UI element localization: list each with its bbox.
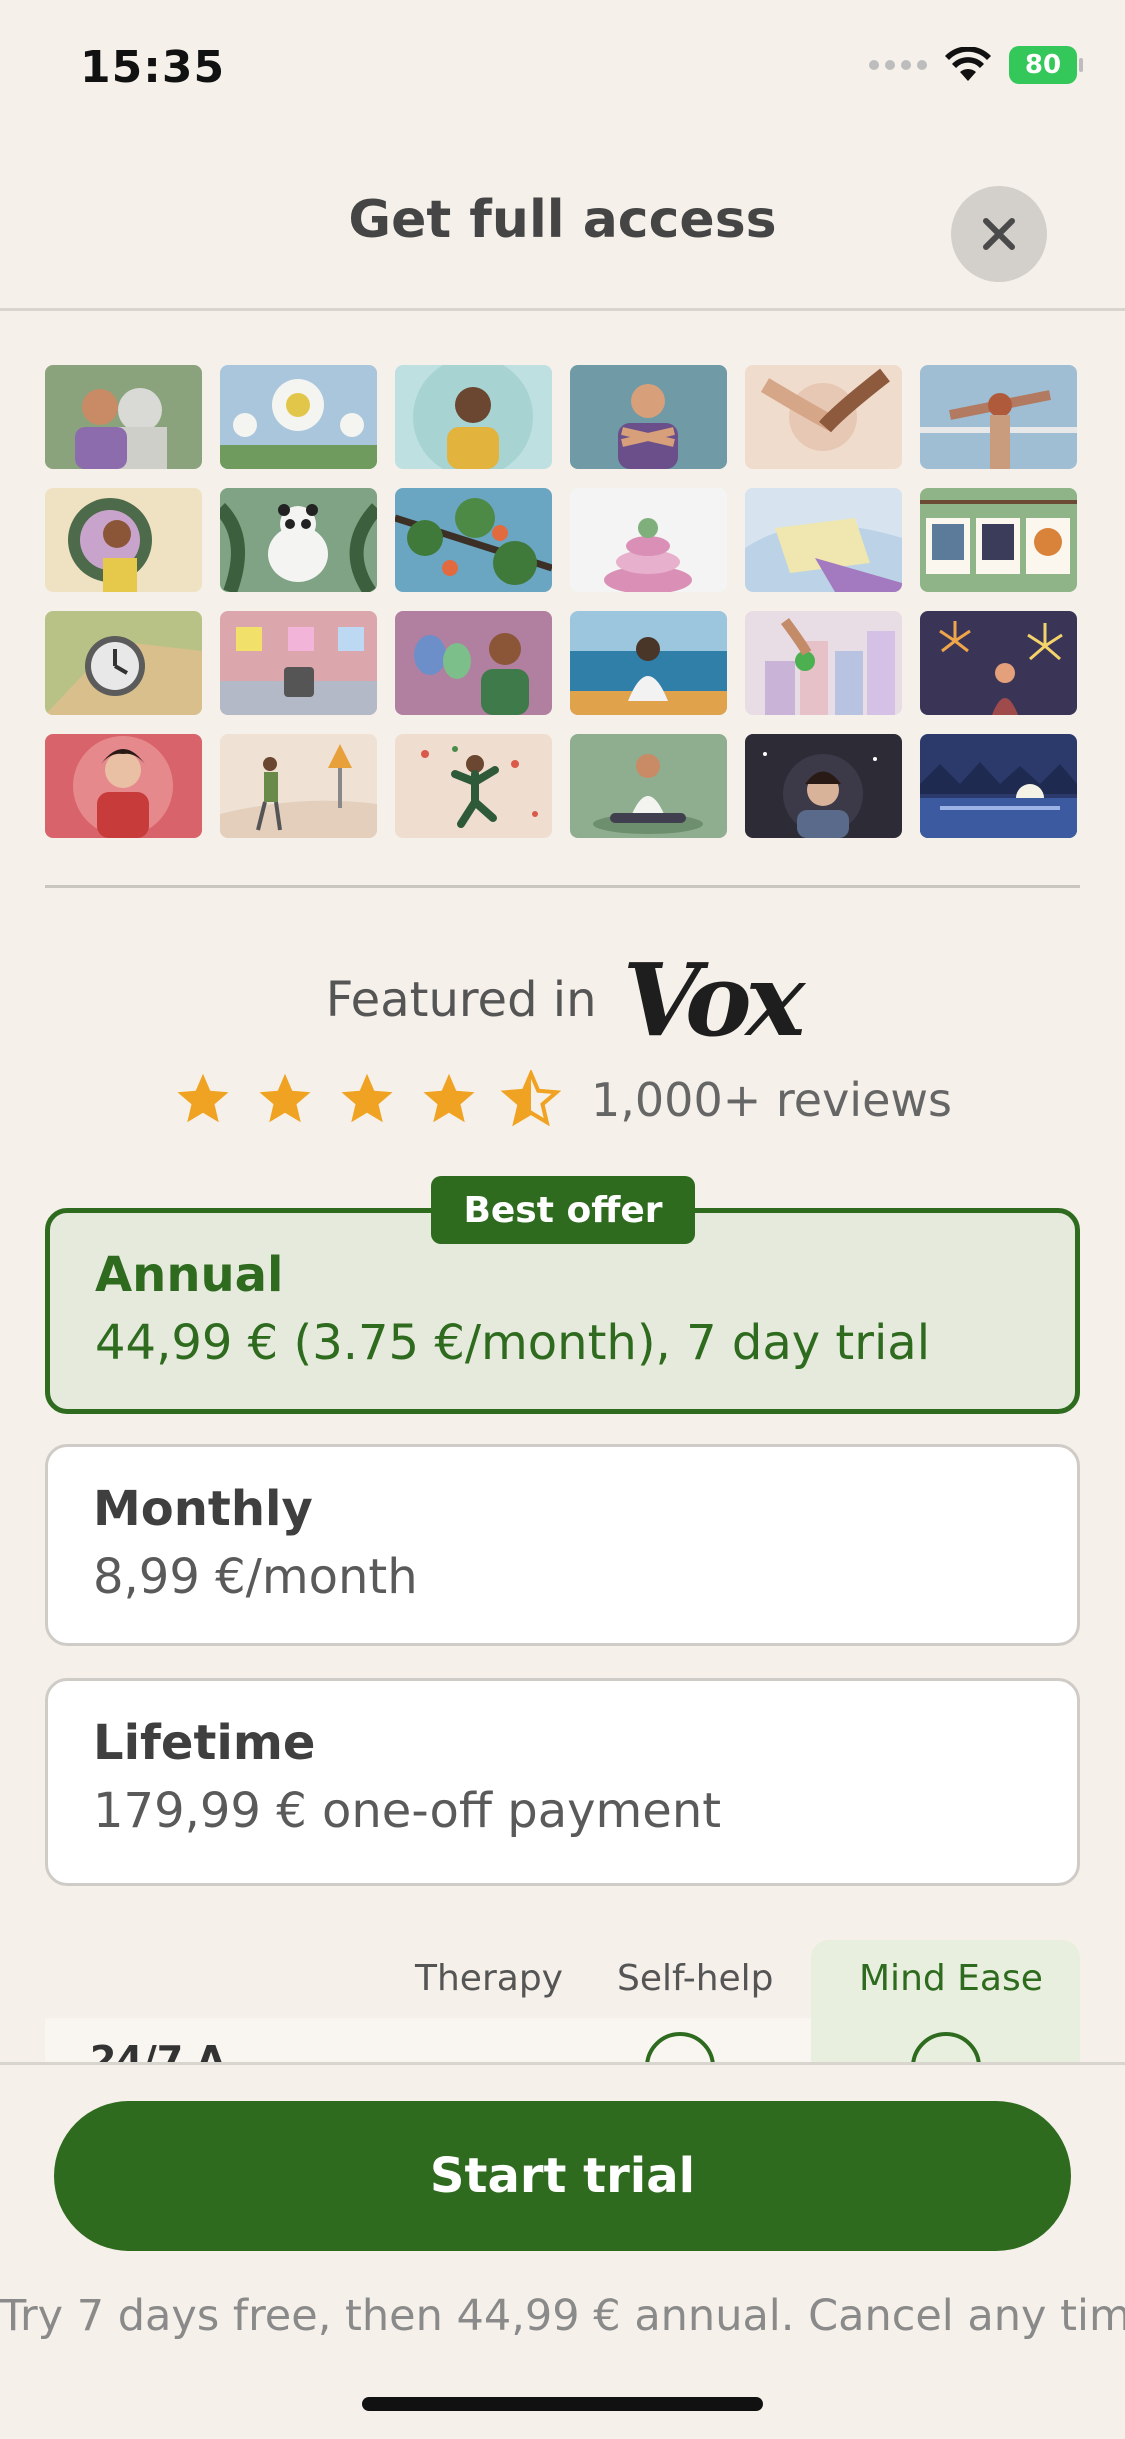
featured-in: Featured in Vox: [0, 950, 1125, 1050]
rating: 1,000+ reviews: [0, 1070, 1125, 1130]
illustration-thumbnail: [920, 734, 1077, 838]
illustration-thumbnail: [395, 734, 552, 838]
close-icon: [983, 218, 1015, 250]
row-label: 24/7 A: [90, 2038, 226, 2064]
illustration-thumbnail: [570, 611, 727, 715]
star-icon: [423, 1073, 475, 1123]
illustration-thumbnail: [920, 365, 1077, 469]
illustration-thumbnail: [920, 488, 1077, 592]
illustration-thumbnail: [395, 611, 552, 715]
illustration-thumbnail: [45, 488, 202, 592]
status-bar: 15:35 80: [0, 0, 1125, 140]
featured-label: Featured in: [325, 972, 597, 1028]
trial-terms-note: Try 7 days free, then 44,99 € annual. Ca…: [0, 2291, 1125, 2341]
column-header-self-help: Self-help: [617, 1958, 774, 1999]
plan-option-lifetime[interactable]: Lifetime 179,99 € one-off payment: [45, 1678, 1080, 1886]
illustration-thumbnail: [570, 365, 727, 469]
section-divider: [45, 885, 1080, 888]
wifi-icon: [945, 47, 991, 81]
status-icons: 80: [869, 46, 1083, 84]
start-trial-button[interactable]: Start trial: [54, 2101, 1071, 2251]
illustration-thumbnail: [220, 734, 377, 838]
column-header-mind-ease: Mind Ease: [859, 1958, 1043, 1999]
plan-price: 179,99 € one-off payment: [93, 1783, 722, 1839]
illustration-thumbnail: [745, 734, 902, 838]
cellular-signal-icon: [869, 60, 927, 70]
plan-name: Lifetime: [93, 1715, 316, 1771]
close-button[interactable]: [951, 186, 1047, 282]
illustration-thumbnail: [745, 488, 902, 592]
illustration-thumbnail: [45, 734, 202, 838]
illustration-thumbnail: [745, 611, 902, 715]
illustration-thumbnail: [570, 488, 727, 592]
header-divider: [0, 308, 1125, 311]
battery-level: 80: [1024, 50, 1062, 80]
star-icon: [177, 1073, 229, 1123]
plan-price: 8,99 €/month: [93, 1549, 418, 1605]
home-indicator: [362, 2397, 763, 2411]
status-time: 15:35: [80, 42, 226, 93]
review-count: 1,000+ reviews: [591, 1073, 952, 1127]
illustration-thumbnail: [570, 734, 727, 838]
illustration-thumbnail: [745, 365, 902, 469]
column-header-therapy: Therapy: [415, 1958, 563, 1999]
illustration-thumbnail: [920, 611, 1077, 715]
plan-name: Monthly: [93, 1481, 313, 1537]
illustration-thumbnail: [395, 488, 552, 592]
best-offer-badge: Best offer: [431, 1176, 695, 1244]
illustration-grid: [45, 365, 1080, 838]
illustration-thumbnail: [45, 365, 202, 469]
star-rating: [173, 1070, 562, 1130]
comparison-table: Therapy Self-help Mind Ease 24/7 A: [45, 1940, 1080, 2064]
illustration-thumbnail: [220, 488, 377, 592]
illustration-thumbnail: [220, 365, 377, 469]
plan-price: 44,99 € (3.75 €/month), 7 day trial: [95, 1315, 931, 1371]
star-icon: [259, 1073, 311, 1123]
vox-logo: Vox: [622, 941, 806, 1059]
illustration-thumbnail: [395, 365, 552, 469]
bottom-cta-panel: Start trial Try 7 days free, then 44,99 …: [0, 2062, 1125, 2439]
plan-name: Annual: [95, 1247, 284, 1303]
illustration-thumbnail: [220, 611, 377, 715]
illustration-thumbnail: [45, 611, 202, 715]
battery-icon: 80: [1009, 46, 1083, 84]
half-star-icon: [501, 1070, 562, 1127]
plan-option-monthly[interactable]: Monthly 8,99 €/month: [45, 1444, 1080, 1646]
star-icon: [341, 1073, 393, 1123]
